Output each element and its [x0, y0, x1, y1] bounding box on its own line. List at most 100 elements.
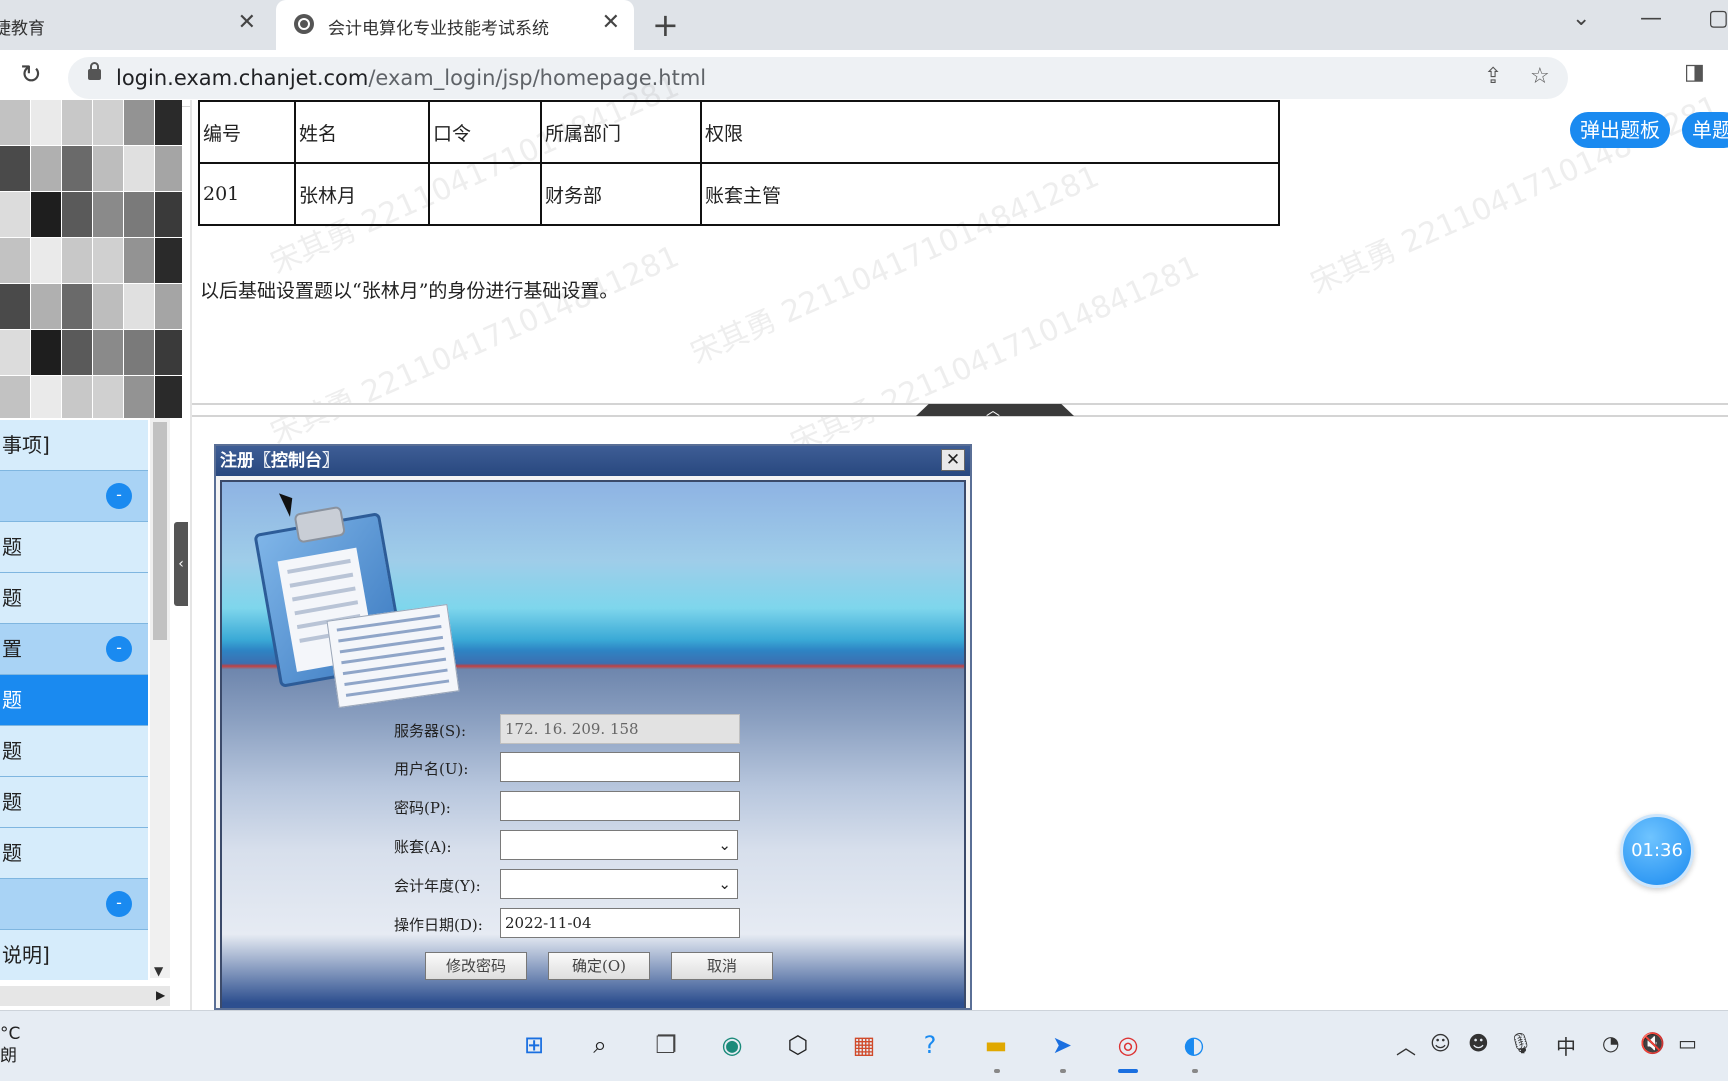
mosaic-tile — [124, 192, 154, 237]
taskbar: °C 朗 ⊞ ⌕ ❐ ◉ ⬡ ▦ ? ▬ ➤ ◎ ◐ ︿ ☺ ☻ 🎙 中 ◔ 🔇… — [0, 1010, 1728, 1081]
fiscal-year-label: 会计年度(Y): — [394, 877, 481, 895]
new-tab-plus-icon[interactable]: + — [652, 6, 679, 44]
help-tips-icon[interactable]: ? — [910, 1025, 950, 1065]
chrome-browser-icon[interactable]: ◎ — [1108, 1025, 1148, 1065]
splitter-handle[interactable]: ︿ — [916, 404, 1074, 416]
nav-scrollbar[interactable]: ▼ — [150, 418, 170, 978]
ime-indicator[interactable]: 中 — [1556, 1031, 1576, 1060]
account-set-select[interactable]: ⌄ — [500, 830, 738, 860]
lock-icon[interactable] — [88, 62, 101, 80]
tab-previous[interactable]: 捷教育 ✕ — [0, 0, 270, 50]
dialog-close-icon[interactable]: ✕ — [941, 449, 965, 471]
nav-group-header[interactable]: - — [0, 879, 148, 930]
single-question-button[interactable]: 单题 — [1682, 112, 1728, 148]
server-row: 服务器(S): 172. 16. 209. 158 — [222, 714, 968, 746]
confirm-button[interactable]: 确定(O) — [548, 952, 650, 980]
nav-item[interactable]: 事项] — [0, 420, 148, 471]
mosaic-tile — [155, 284, 182, 329]
mosaic-tile — [62, 192, 92, 237]
share-icon[interactable]: ⇪ — [1484, 64, 1502, 89]
nav-horizontal-scrollbar[interactable]: ▶ — [0, 986, 170, 1006]
collapse-group-minus-icon[interactable]: - — [106, 636, 132, 662]
mosaic-tile — [155, 376, 182, 418]
countdown-timer[interactable]: 01:36 — [1620, 814, 1694, 888]
popup-question-board-button[interactable]: 弹出题板 — [1570, 112, 1670, 148]
battery-icon[interactable]: ▭ — [1678, 1031, 1697, 1055]
running-indicator — [1060, 1069, 1066, 1073]
nav-item[interactable]: 题 — [0, 573, 148, 624]
fiscal-year-select[interactable]: ⌄ — [500, 869, 738, 899]
operation-date-input[interactable]: 2022-11-04 — [500, 908, 740, 938]
qq-tray-icon[interactable]: ☺ — [1430, 1031, 1451, 1055]
url-input[interactable]: login.exam.chanjet.com/exam_login/jsp/ho… — [68, 57, 1568, 99]
scroll-down-arrow-icon[interactable]: ▼ — [154, 964, 163, 978]
app-tray-icon[interactable]: ☻ — [1468, 1031, 1489, 1055]
table-row: 201 张林月 财务部 账套主管 — [198, 162, 1280, 226]
mosaic-tile — [0, 192, 30, 237]
speaker-muted-icon[interactable]: 🔇 — [1640, 1031, 1665, 1055]
nav-group-header[interactable]: - — [0, 471, 148, 522]
bookmark-star-icon[interactable]: ☆ — [1530, 64, 1550, 89]
mosaic-tile — [62, 284, 92, 329]
collapse-group-minus-icon[interactable]: - — [106, 891, 132, 917]
nav-item[interactable]: 题 — [0, 522, 148, 573]
scroll-right-arrow-icon[interactable]: ▶ — [156, 988, 165, 1002]
document-illustration-icon — [326, 603, 460, 709]
minimize-icon[interactable]: — — [1640, 6, 1662, 31]
nav-scroll-thumb[interactable] — [153, 422, 167, 640]
globe-icon — [294, 14, 314, 34]
microphone-icon[interactable]: 🎙 — [1508, 1031, 1533, 1055]
dialog-title: 注册〖控制台〗 — [216, 446, 970, 476]
nav-item-label: 题 — [2, 790, 22, 814]
table-header-cell: 所属部门 — [540, 100, 702, 164]
mosaic-tile — [124, 284, 154, 329]
table-header-row: 编号 姓名 口令 所属部门 权限 — [198, 100, 1280, 164]
close-tab-icon[interactable]: ✕ — [238, 10, 256, 35]
nav-item[interactable]: 题 — [0, 777, 148, 828]
nav-item-label: 题 — [2, 535, 22, 559]
nav-item[interactable]: 说明] — [0, 930, 148, 980]
table-cell — [428, 162, 542, 226]
collapse-sidebar-chevron-icon[interactable]: ‹ — [174, 522, 188, 606]
chevron-down-icon[interactable]: ⌄ — [718, 831, 731, 859]
nav-group-header[interactable]: 置- — [0, 624, 148, 675]
tray-overflow-chevron-icon[interactable]: ︿ — [1396, 1031, 1416, 1060]
nav-item[interactable]: 题 — [0, 675, 148, 726]
mosaic-tile — [62, 238, 92, 283]
username-input[interactable] — [500, 752, 740, 782]
collapse-group-minus-icon[interactable]: - — [106, 483, 132, 509]
close-tab-icon[interactable]: ✕ — [602, 10, 620, 35]
tab-search-chevron-icon[interactable]: ⌄ — [1572, 6, 1590, 31]
search-icon[interactable]: ⌕ — [580, 1025, 620, 1065]
nav-item[interactable]: 题 — [0, 828, 148, 879]
chevron-down-icon[interactable]: ⌄ — [718, 870, 731, 898]
tab-exam-system[interactable]: 会计电算化专业技能考试系统 ✕ — [276, 0, 634, 50]
windows-start-icon[interactable]: ⊞ — [514, 1025, 554, 1065]
question-panel: 宋其勇 221104171014841281 宋其勇 2211041710148… — [192, 69, 1728, 461]
side-panel-icon[interactable]: ◨ — [1684, 60, 1705, 85]
weather-widget[interactable]: °C 朗 — [0, 1023, 20, 1067]
mosaic-tile — [0, 146, 30, 191]
fiscal-year-row: 会计年度(Y): ⌄ — [222, 869, 968, 901]
copilot-icon[interactable]: ⬡ — [778, 1025, 818, 1065]
operation-date-row: 操作日期(D): 2022-11-04 — [222, 908, 968, 940]
maximize-icon[interactable]: ▢ — [1708, 6, 1728, 31]
nav-item[interactable]: 题 — [0, 726, 148, 777]
server-label: 服务器(S): — [394, 722, 467, 740]
password-input[interactable] — [500, 791, 740, 821]
microsoft-store-icon[interactable]: ▦ — [844, 1025, 884, 1065]
mosaic-tile — [0, 330, 30, 375]
avatar-mosaic — [0, 100, 182, 418]
feishu-app-icon[interactable]: ➤ — [1042, 1025, 1082, 1065]
file-explorer-icon[interactable]: ▬ — [976, 1025, 1016, 1065]
change-password-button[interactable]: 修改密码 — [425, 952, 527, 980]
wifi-icon[interactable]: ◔ — [1602, 1031, 1619, 1055]
table-cell: 张林月 — [294, 162, 430, 226]
mosaic-tile — [93, 238, 123, 283]
qq-browser-icon[interactable]: ◐ — [1174, 1025, 1214, 1065]
cancel-button[interactable]: 取消 — [671, 952, 773, 980]
task-view-icon[interactable]: ❐ — [646, 1025, 686, 1065]
reload-icon[interactable]: ↻ — [20, 60, 42, 90]
edge-browser-icon[interactable]: ◉ — [712, 1025, 752, 1065]
username-label: 用户名(U): — [394, 760, 469, 778]
